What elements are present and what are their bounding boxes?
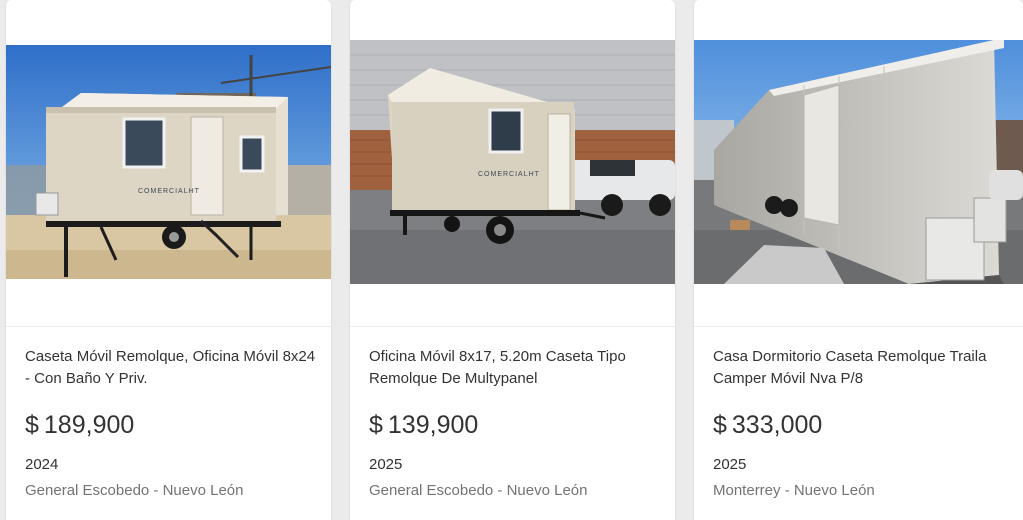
brand-text: COMERCIALHT xyxy=(478,171,540,178)
listing-grid: COMERCIALHT Caseta Móvil Remolque, Ofici… xyxy=(0,0,1023,520)
listing-photo[interactable]: COMERCIALHT xyxy=(6,45,331,279)
listing-card[interactable]: Casa Dormitorio Caseta Remolque Traila C… xyxy=(694,0,1023,520)
listing-photo[interactable] xyxy=(694,40,1023,284)
listing-photo[interactable]: COMERCIALHT xyxy=(350,40,675,284)
listing-image-container[interactable]: COMERCIALHT xyxy=(350,0,675,327)
listing-location: Monterrey - Nuevo León xyxy=(713,482,875,499)
listing-info: Casa Dormitorio Caseta Remolque Traila C… xyxy=(713,346,1009,500)
price-currency: $ xyxy=(25,411,39,439)
listing-year: 2025 xyxy=(713,456,747,473)
listing-info: Oficina Móvil 8x17, 5.20m Caseta Tipo Re… xyxy=(369,346,661,500)
listing-price: $139,900 xyxy=(369,410,661,440)
price-amount: 189,900 xyxy=(43,411,135,439)
listing-image-container[interactable] xyxy=(694,0,1023,327)
listing-location: General Escobedo - Nuevo León xyxy=(25,482,244,499)
listing-price: $333,000 xyxy=(713,410,1009,440)
brand-text: COMERCIALHT xyxy=(138,188,200,195)
price-amount: 139,900 xyxy=(387,411,479,439)
price-currency: $ xyxy=(713,411,727,439)
price-amount: 333,000 xyxy=(731,411,823,439)
price-currency: $ xyxy=(369,411,383,439)
listing-image-container[interactable]: COMERCIALHT xyxy=(6,0,331,327)
listing-info: Caseta Móvil Remolque, Oficina Móvil 8x2… xyxy=(25,346,317,500)
listing-title[interactable]: Casa Dormitorio Caseta Remolque Traila C… xyxy=(713,346,1009,390)
listing-location: General Escobedo - Nuevo León xyxy=(369,482,588,499)
listing-year: 2025 xyxy=(369,456,403,473)
listing-year: 2024 xyxy=(25,456,59,473)
listing-title[interactable]: Caseta Móvil Remolque, Oficina Móvil 8x2… xyxy=(25,346,317,390)
listing-title[interactable]: Oficina Móvil 8x17, 5.20m Caseta Tipo Re… xyxy=(369,346,661,390)
listing-card[interactable]: COMERCIALHT Oficina Móvil 8x17, 5.20m Ca… xyxy=(350,0,675,520)
listing-card[interactable]: COMERCIALHT Caseta Móvil Remolque, Ofici… xyxy=(6,0,331,520)
listing-price: $189,900 xyxy=(25,410,317,440)
